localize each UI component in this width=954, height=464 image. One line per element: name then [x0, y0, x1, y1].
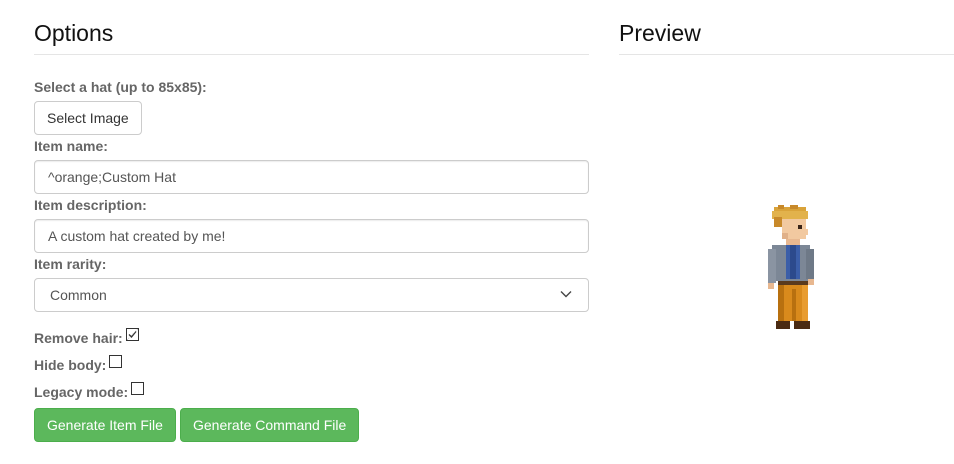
character-preview-image [768, 205, 814, 329]
item-rarity-value: Common [50, 287, 107, 303]
check-icon [126, 329, 138, 340]
item-rarity-select[interactable]: Common [34, 278, 589, 312]
hide-body-label: Hide body: [34, 357, 107, 373]
item-name-input[interactable]: ^orange;Custom Hat [34, 160, 589, 194]
item-description-input[interactable]: A custom hat created by me! [34, 219, 589, 253]
preview-heading: Preview [619, 20, 701, 46]
options-heading: Options [34, 20, 114, 46]
remove-hair-label: Remove hair: [34, 330, 123, 346]
legacy-mode-row: Legacy mode: [34, 381, 145, 403]
remove-hair-checkbox[interactable] [125, 328, 139, 341]
legacy-mode-label: Legacy mode: [34, 384, 129, 400]
chevron-down-icon [560, 291, 572, 298]
hat-generator-page: Options Select a hat (up to 85x85): Sele… [0, 0, 954, 464]
generate-command-file-button[interactable]: Generate Command File [180, 408, 360, 442]
select-image-button[interactable]: Select Image [34, 101, 142, 135]
generate-item-file-button[interactable]: Generate Item File [34, 408, 176, 442]
hat-label: Select a hat (up to 85x85): [34, 79, 207, 95]
hide-body-row: Hide body: [34, 354, 123, 376]
item-rarity-label: Item rarity: [34, 256, 107, 272]
legacy-mode-checkbox[interactable] [131, 382, 145, 395]
item-description-label: Item description: [34, 197, 147, 213]
item-name-label: Item name: [34, 138, 108, 154]
options-divider [34, 54, 589, 55]
options-panel: Options Select a hat (up to 85x85): Sele… [34, 0, 589, 442]
preview-panel: Preview [619, 0, 954, 329]
hide-body-checkbox[interactable] [109, 355, 123, 368]
remove-hair-row: Remove hair: [34, 327, 139, 349]
preview-divider [619, 54, 954, 55]
